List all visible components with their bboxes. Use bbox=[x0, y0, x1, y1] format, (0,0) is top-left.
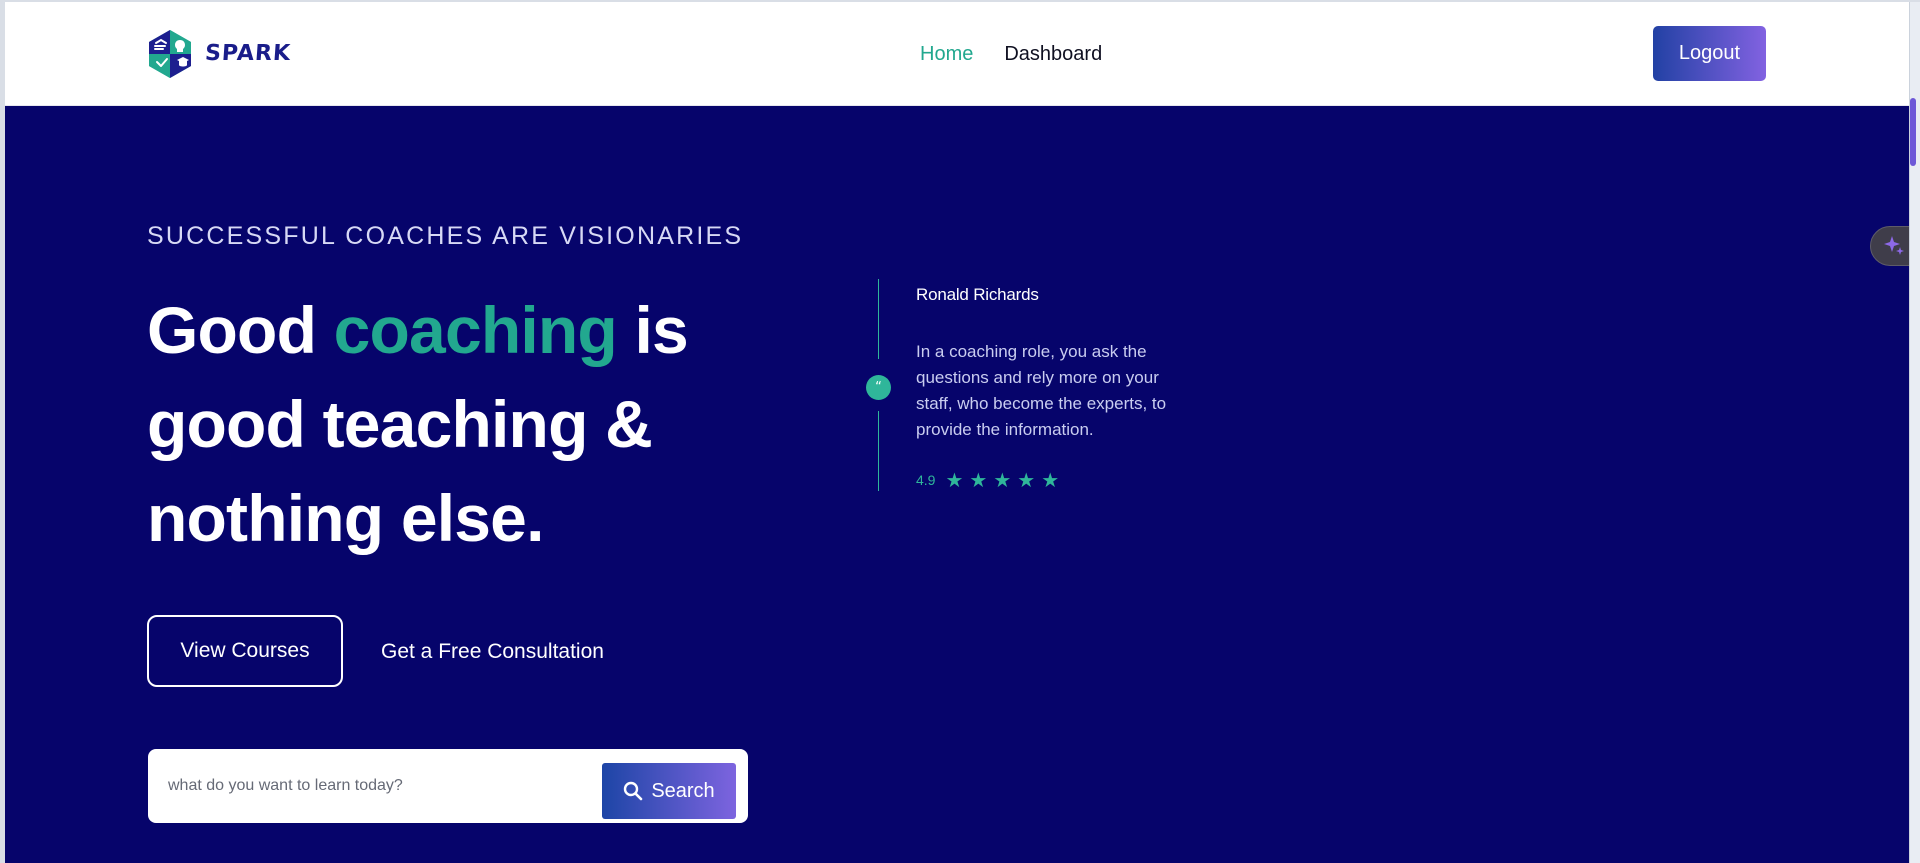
free-consultation-link[interactable]: Get a Free Consultation bbox=[381, 641, 604, 662]
testimonial-author: Ronald Richards bbox=[916, 285, 1039, 304]
testimonial-text: In a coaching role, you ask the question… bbox=[916, 342, 1167, 439]
search-form: Search bbox=[148, 749, 748, 823]
search-button[interactable]: Search bbox=[602, 763, 736, 819]
page-viewport: SPARK Home Dashboard Logout SUCCESSFUL C… bbox=[5, 2, 1909, 863]
brand[interactable]: SPARK bbox=[147, 29, 292, 79]
search-input[interactable] bbox=[166, 764, 576, 808]
hero-title: Good coaching is good teaching & nothing… bbox=[147, 283, 707, 565]
nav-dashboard-link[interactable]: Dashboard bbox=[1004, 44, 1102, 64]
hero-title-part-1: Good bbox=[147, 293, 334, 367]
star-icon: ★ bbox=[1041, 468, 1060, 492]
quote-icon: “ bbox=[866, 375, 891, 400]
hero-kicker: SUCCESSFUL COACHES ARE VISIONARIES bbox=[147, 222, 744, 250]
logout-button[interactable]: Logout bbox=[1653, 26, 1766, 81]
testimonial-rating: 4.9 ★ ★ ★ ★ ★ bbox=[916, 470, 1059, 490]
rating-value: 4.9 bbox=[916, 472, 936, 488]
search-icon bbox=[624, 781, 643, 801]
star-icon: ★ bbox=[993, 468, 1012, 492]
star-icon: ★ bbox=[969, 468, 988, 492]
page-scrollbar-thumb[interactable] bbox=[1910, 98, 1916, 166]
hero-title-accent: coaching bbox=[333, 293, 618, 367]
testimonial-bottom-line bbox=[878, 411, 879, 491]
search-button-label: Search bbox=[651, 779, 715, 802]
view-courses-button[interactable]: View Courses bbox=[147, 615, 343, 687]
floating-helper-button[interactable] bbox=[1870, 226, 1909, 266]
nav-home-link[interactable]: Home bbox=[920, 44, 973, 64]
brand-name: SPARK bbox=[204, 41, 292, 66]
rating-stars: ★ ★ ★ ★ ★ bbox=[945, 470, 1059, 490]
top-navbar: SPARK Home Dashboard Logout bbox=[5, 2, 1909, 106]
star-icon: ★ bbox=[945, 468, 964, 492]
spark-logo-icon bbox=[149, 30, 191, 78]
main-navigation: Home Dashboard bbox=[920, 44, 1102, 64]
star-icon: ★ bbox=[1017, 468, 1036, 492]
testimonial-top-line bbox=[878, 279, 879, 359]
hero-actions: View Courses Get a Free Consultation bbox=[147, 615, 604, 687]
sparkles-icon bbox=[1884, 236, 1904, 255]
testimonial-card: “ Ronald Richards In a coaching role, yo… bbox=[866, 279, 1186, 491]
